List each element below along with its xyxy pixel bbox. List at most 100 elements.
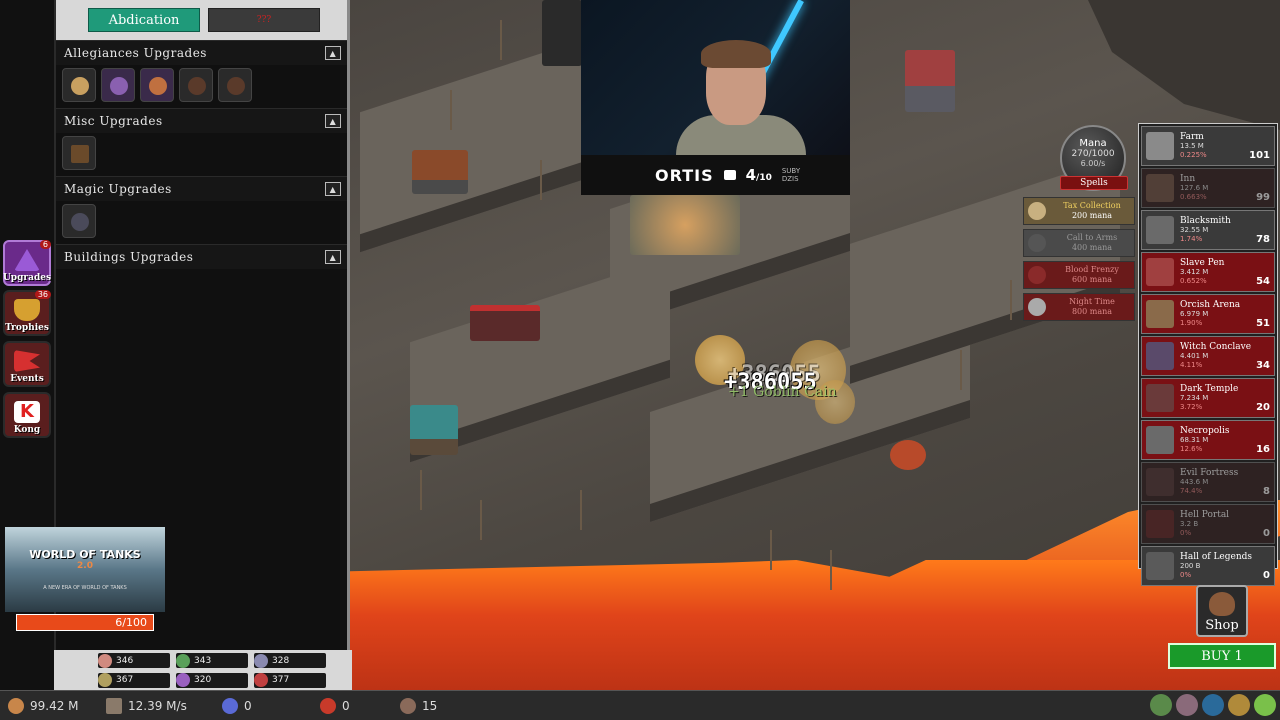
save-icon[interactable] [1228,694,1250,716]
upgrade-icon[interactable] [101,68,135,102]
dead-tree [1010,280,1012,320]
locked-tab-button[interactable]: ??? [208,8,320,32]
dead-tree [830,550,832,590]
streamer-tag: SUBY DZIS [781,167,801,183]
section-title: Buildings Upgrades [64,250,194,264]
abdication-button[interactable]: Abdication [88,8,200,32]
building-hall-of-legends[interactable]: Hall of Legends 200 B 0% 0 [1141,546,1275,586]
ad-banner[interactable]: WORLD OF TANKS 2.0 A NEW ERA OF WORLD OF… [5,527,165,612]
mascot-icon[interactable] [1254,694,1276,716]
magic-upgrades-section: Magic Upgrades ▲ [56,176,347,244]
gold-coin-icon [8,697,24,714]
upgrade-icon[interactable] [179,68,213,102]
ad-subtitle: 2.0 [77,561,93,571]
kong-button[interactable]: K Kong [3,392,51,438]
section-title: Allegiances Upgrades [64,46,207,60]
allegiance-icon [254,673,268,687]
spell-blood-frenzy[interactable]: Blood Frenzy 600 mana [1023,261,1135,289]
population-resource: 15 [400,697,437,714]
info-icon[interactable] [1202,694,1224,716]
section-header[interactable]: Allegiances Upgrades ▲ [56,41,347,65]
farm-icon [1146,132,1174,160]
orc-camp-building[interactable] [890,440,926,470]
mountain-rocks [1088,0,1280,130]
trophies-badge: 36 [34,290,51,299]
arena-icon [1146,300,1174,328]
horn-icon [1028,234,1046,252]
building-inn[interactable]: Inn 127.6 M 0.663% 99 [1141,168,1275,208]
dark-temple-building[interactable] [630,195,740,255]
events-button[interactable]: Events [3,341,51,387]
upgrade-icon[interactable] [218,68,252,102]
building-hell-portal[interactable]: Hell Portal 3.2 B 0% 0 [1141,504,1275,544]
hall-icon [1146,552,1174,580]
allegiance-stats: 346 343 328 367 320 377 [54,650,352,690]
building-necropolis[interactable]: Necropolis 68.31 M 12.6% 16 [1141,420,1275,460]
gold-resource: 99.42 M [8,697,79,714]
building-farm[interactable]: Farm 13.5 M 0.225% 101 [1141,126,1275,166]
farm-building[interactable] [412,150,468,194]
portal-icon [1146,510,1174,538]
collapse-icon[interactable]: ▲ [325,182,341,196]
streamer-nameplate: ORTIS 4/10 SUBY DZIS [581,155,850,195]
settings-icon[interactable] [1150,694,1172,716]
collapse-icon[interactable]: ▲ [325,250,341,264]
building-witch-conclave[interactable]: Witch Conclave 4.401 M 4.11% 34 [1141,336,1275,376]
building-slave-pen[interactable]: Slave Pen 3.412 M 0.652% 54 [1141,252,1275,292]
ruby-icon [320,697,336,714]
section-header[interactable]: Magic Upgrades ▲ [56,177,347,201]
section-header[interactable]: Misc Upgrades ▲ [56,109,347,133]
streamer-rank: 4/10 [745,166,772,184]
allegiance-icon [254,653,268,668]
spell-night-time[interactable]: Night Time 800 mana [1023,293,1135,321]
allegiance-icon [176,653,190,668]
tower-building[interactable] [542,0,582,66]
building-orcish-arena[interactable]: Orcish Arena 6.979 M 1.90% 51 [1141,294,1275,334]
gem-icon [222,697,238,714]
mana-value: 270/1000 [1071,149,1115,159]
trophy-icon [14,299,40,321]
upgrades-button[interactable]: Upgrades 6 [3,240,51,286]
trophies-button[interactable]: Trophies 36 [3,290,51,336]
allegiance-stat: 367 [98,672,170,688]
allegiance-stat: 320 [176,672,248,688]
miner-icon [106,697,122,714]
chapel-building[interactable] [905,50,955,112]
building-evil-fortress[interactable]: Evil Fortress 443.6 M 74.4% 8 [1141,462,1275,502]
profile-icon[interactable] [1176,694,1198,716]
bag-icon [1209,592,1235,616]
arena-building[interactable] [470,305,540,341]
buy-quantity-button[interactable]: BUY 1 [1168,643,1276,669]
dead-tree [500,20,502,60]
fortress-icon [1146,468,1174,496]
witch-hut-building[interactable] [410,405,458,455]
collapse-icon[interactable]: ▲ [325,46,341,60]
upgrade-icon[interactable] [62,136,96,170]
camera-icon [723,170,736,180]
spell-tax-collection[interactable]: Tax Collection 200 mana [1023,197,1135,225]
upgrades-icon [14,249,40,271]
mana-title: Mana [1079,138,1107,149]
trophies-label: Trophies [5,323,49,333]
demon-icon [400,697,416,714]
anvil-icon [1146,216,1174,244]
section-title: Misc Upgrades [64,114,163,128]
upgrade-icon[interactable] [140,68,174,102]
spell-call-to-arms[interactable]: Call to Arms 400 mana [1023,229,1135,257]
ad-progress-bar: 6/100 [16,614,154,631]
section-header[interactable]: Buildings Upgrades ▲ [56,245,347,269]
spells-label: Spells [1060,176,1128,190]
collapse-icon[interactable]: ▲ [325,114,341,128]
building-dark-temple[interactable]: Dark Temple 7.234 M 3.72% 20 [1141,378,1275,418]
dead-tree [420,470,422,510]
upgrade-icon[interactable] [62,68,96,102]
gems-resource: 0 [222,697,252,714]
gold-rate-resource: 12.39 M/s [106,697,187,714]
building-blacksmith[interactable]: Blacksmith 32.55 M 1.74% 78 [1141,210,1275,250]
dead-tree [450,90,452,130]
upgrades-badge: 6 [39,240,51,249]
streamer-name: ORTIS [655,165,714,185]
shop-button[interactable]: Shop [1196,585,1248,637]
kong-label: Kong [13,425,41,435]
upgrade-icon[interactable] [62,204,96,238]
